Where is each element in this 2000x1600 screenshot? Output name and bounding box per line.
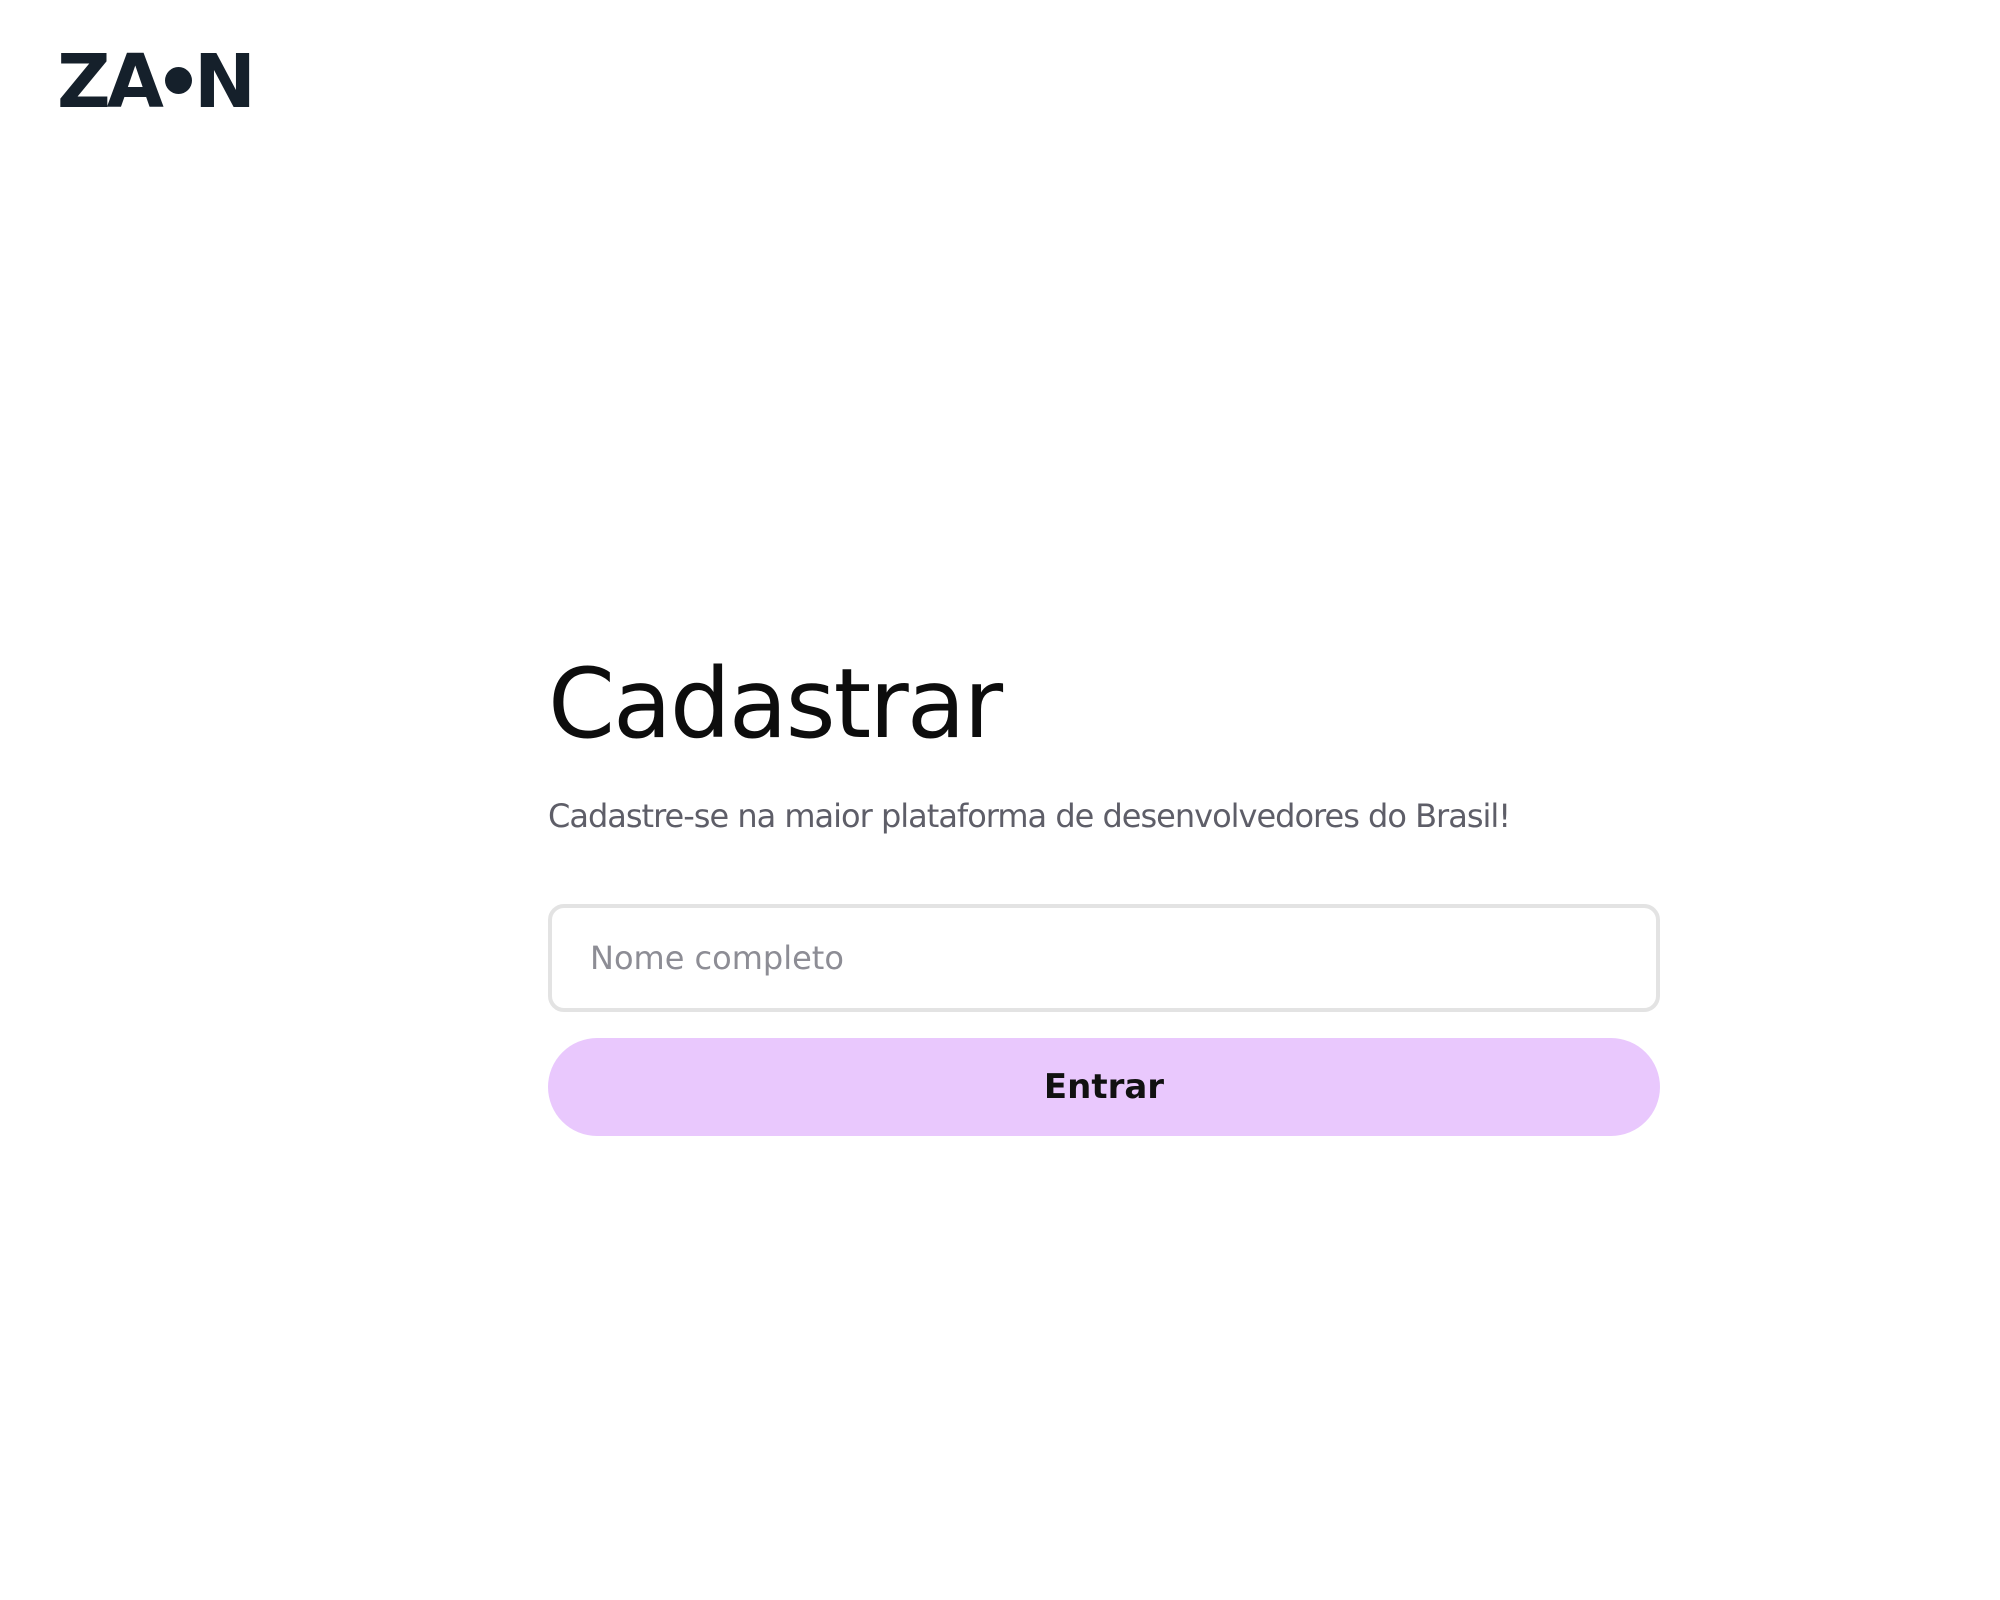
logo-text-left: ZA <box>57 39 164 125</box>
signup-form: Cadastrar Cadastre-se na maior plataform… <box>548 648 1660 1136</box>
full-name-input[interactable] <box>548 904 1660 1012</box>
page-subtitle: Cadastre-se na maior plataforma de desen… <box>548 797 1511 835</box>
zaon-logo[interactable]: ZA N <box>57 39 256 125</box>
submit-button[interactable]: Entrar <box>548 1038 1660 1136</box>
page-title: Cadastrar <box>548 648 1003 760</box>
logo-text-right: N <box>193 39 256 125</box>
logo-dot-icon <box>164 66 192 94</box>
